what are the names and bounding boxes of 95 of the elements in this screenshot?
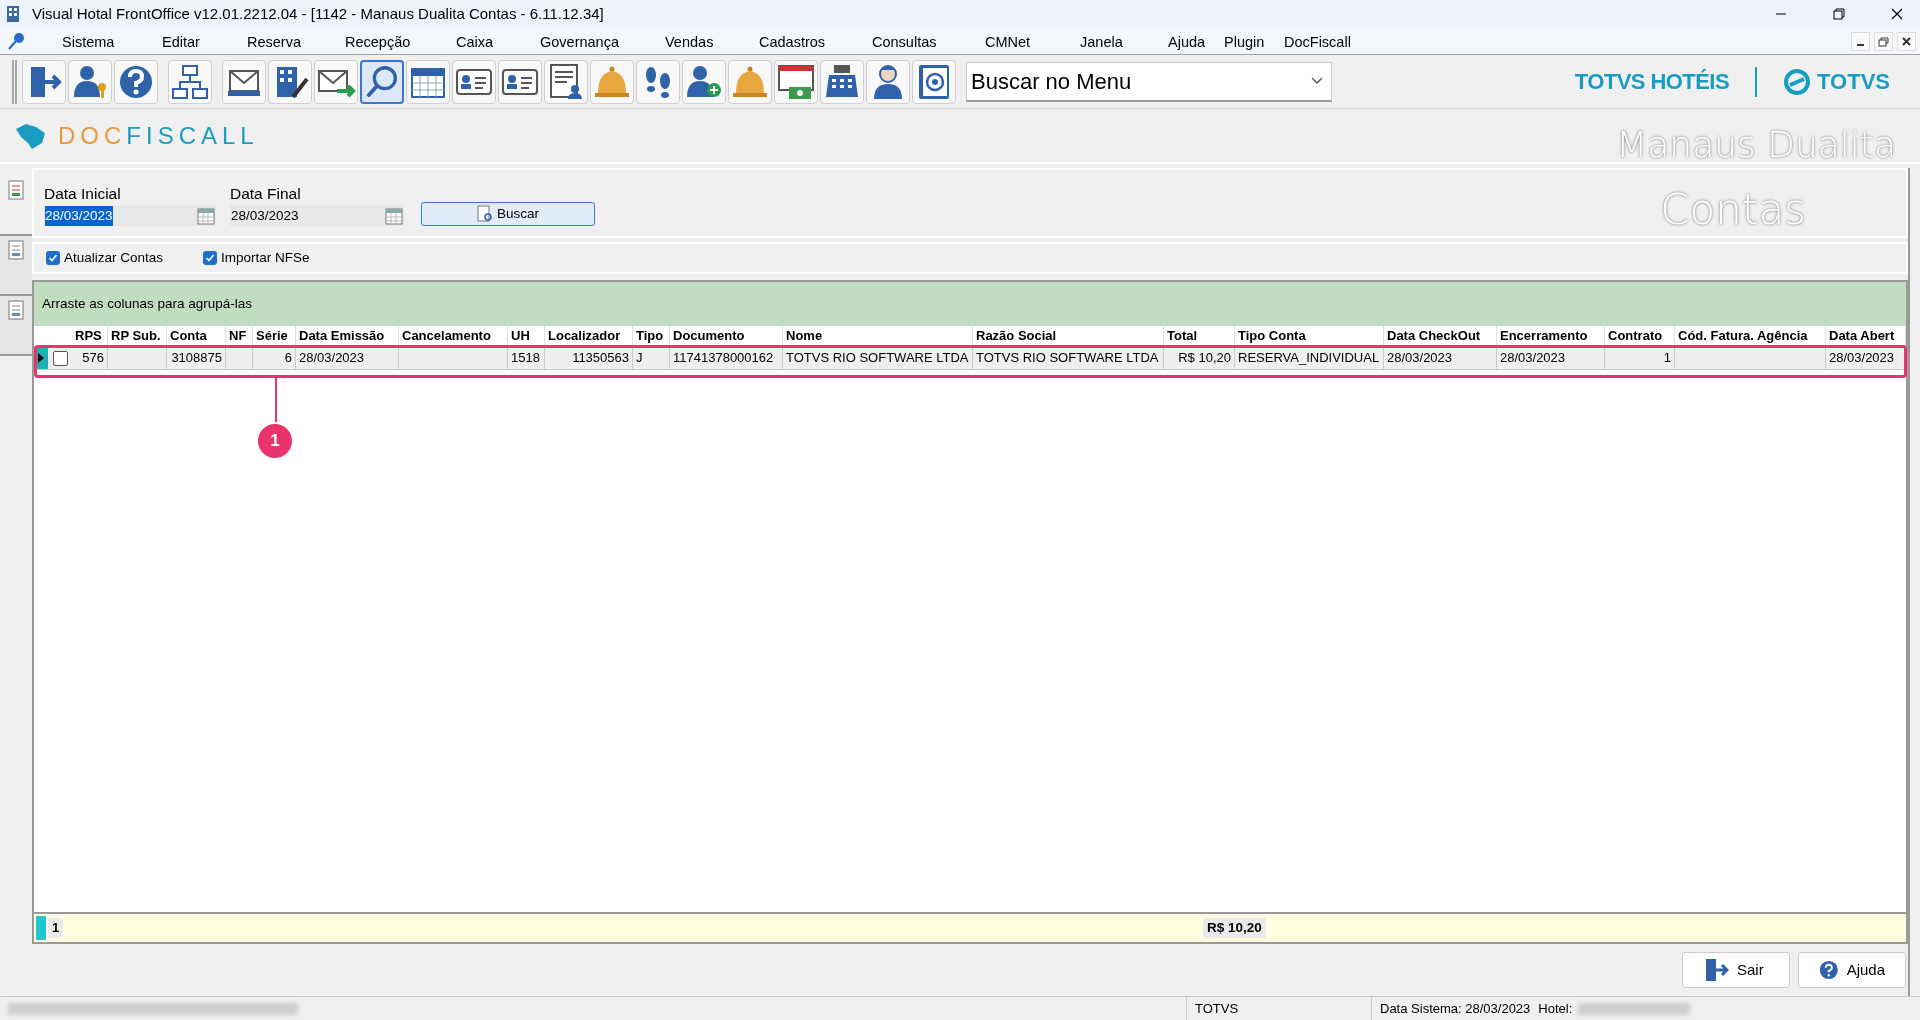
sheet-icon: [7, 180, 25, 200]
building-icon: [6, 5, 20, 23]
column-header[interactable]: Contrato: [1605, 326, 1675, 346]
table-cell: 6: [284, 350, 292, 365]
footer-button[interactable]: Sair: [1682, 952, 1790, 988]
date-field[interactable]: 28/03/2023: [230, 205, 404, 227]
checkbox[interactable]: [46, 251, 60, 265]
column-header[interactable]: Documento: [670, 326, 783, 346]
chevron-down-icon: [1311, 77, 1323, 85]
menu-item[interactable]: Caixa: [456, 32, 494, 54]
table-cell: TOTVS RIO SOFTWARE LTDA: [976, 350, 1159, 365]
column-header[interactable]: NF: [226, 326, 253, 346]
hotel-name: Manaus Dualita: [1616, 122, 1896, 167]
field-label: Data Inicial: [44, 184, 122, 204]
checkbox[interactable]: [203, 251, 218, 265]
search-button[interactable]: Buscar: [421, 202, 595, 226]
table-cell: 28/03/2023: [1829, 350, 1895, 365]
menu-item[interactable]: Editar: [162, 32, 200, 54]
exit-icon: [1703, 957, 1729, 983]
row-checkbox[interactable]: [52, 350, 68, 366]
side-tab[interactable]: [0, 236, 32, 296]
menu-item[interactable]: Governança: [540, 32, 619, 54]
table-cell: 3108875: [171, 350, 222, 365]
column-header[interactable]: Cancelamento: [399, 326, 508, 346]
company-logo: TOTVS: [1817, 68, 1890, 96]
menu-item[interactable]: CMNet: [985, 32, 1031, 54]
triangle-right-icon: [38, 353, 44, 363]
status-label: Hotel:: [1538, 999, 1573, 1018]
menu-search-text: Buscar no Menu: [971, 67, 1132, 96]
table-cell: 28/03/2023: [1387, 350, 1453, 365]
table-cell: J: [636, 350, 643, 365]
column-header[interactable]: RPS: [72, 326, 108, 346]
table-cell: 576: [82, 350, 104, 365]
column-header[interactable]: RP Sub.: [108, 326, 167, 346]
table-cell: TOTVS RIO SOFTWARE LTDA: [786, 350, 969, 365]
table-cell: R$ 10,20: [1178, 350, 1231, 365]
checkbox-label[interactable]: Atualizar Contas: [64, 247, 164, 269]
document-icon: [7, 300, 25, 320]
total-sum: R$ 10,20: [1203, 917, 1266, 939]
date-field[interactable]: 28/03/2023: [44, 205, 216, 227]
table-cell: RESERVA_INDIVIDUAL: [1238, 350, 1380, 365]
calendar-icon: [197, 206, 215, 225]
table-cell: 11350563: [572, 350, 629, 365]
menu-item[interactable]: Reserva: [247, 32, 301, 54]
column-header[interactable]: Cód. Fatura. Agência: [1675, 326, 1826, 346]
column-header[interactable]: Tipo Conta: [1235, 326, 1384, 346]
column-header[interactable]: UH: [508, 326, 545, 346]
document-icon: [7, 240, 25, 260]
minimize-icon[interactable]: [1851, 31, 1870, 51]
row-count: 1: [48, 918, 64, 938]
column-header[interactable]: Conta: [167, 326, 226, 346]
menu-item[interactable]: Sistema: [62, 32, 115, 54]
table-cell: 11741378000162: [673, 350, 774, 365]
callout-badge: 1: [256, 422, 294, 460]
menu-search-field[interactable]: Buscar no Menu: [966, 61, 1332, 102]
menu-item[interactable]: Ajuda: [1168, 32, 1206, 54]
close-icon[interactable]: [1897, 31, 1916, 51]
menu-item[interactable]: Janela: [1080, 32, 1123, 54]
checkbox-label[interactable]: Importar NFSe: [221, 247, 310, 269]
column-header[interactable]: Tipo: [633, 326, 670, 346]
column-header[interactable]: Série: [253, 326, 296, 346]
menu-item[interactable]: Consultas: [872, 32, 937, 54]
column-header[interactable]: Data CheckOut: [1384, 326, 1497, 346]
footer-button[interactable]: Ajuda: [1798, 952, 1906, 988]
table-cell: 1: [1663, 350, 1671, 365]
toolbar-button[interactable]: [360, 59, 404, 104]
table-cell: 1518: [511, 350, 540, 365]
table-cell: 28/03/2023: [1500, 350, 1566, 365]
document-search-icon: [477, 205, 493, 223]
column-header[interactable]: Data Abert: [1826, 326, 1906, 346]
column-header[interactable]: Data Emissão: [296, 326, 399, 346]
column-header[interactable]: Razão Social: [973, 326, 1164, 346]
footer-indicator: [36, 916, 46, 940]
window-title: Visual Hotal FrontOffice v12.01.2212.04 - [1142 - Manaus Dualita Contas - 6.11.12.34]: [32, 3, 604, 24]
menu-item[interactable]: Cadastros: [759, 32, 826, 54]
screen-title: Contas: [1660, 184, 1806, 236]
status-text: TOTVS: [1186, 997, 1371, 1020]
side-tab[interactable]: [0, 296, 32, 356]
menu-item[interactable]: DocFiscall: [1284, 32, 1351, 54]
menu-item[interactable]: Plugin: [1224, 32, 1265, 54]
pin-icon: [6, 31, 26, 51]
column-header[interactable]: Nome: [783, 326, 973, 346]
column-header[interactable]: Localizador: [545, 326, 633, 346]
column-header[interactable]: Encerramento: [1497, 326, 1605, 346]
column-header[interactable]: Total: [1164, 326, 1235, 346]
docfiscall-logo: DOC FISCALL: [58, 120, 259, 151]
restore-icon[interactable]: [1874, 31, 1893, 51]
menu-item[interactable]: Recepção: [345, 32, 411, 54]
calendar-icon: [385, 206, 403, 225]
group-hint: Arraste as colunas para agrupá-las: [42, 294, 253, 313]
menu-item[interactable]: Vendas: [665, 32, 714, 54]
status-text: Data Sistema: 28/03/2023: [1371, 997, 1531, 1020]
table-cell: 28/03/2023: [299, 350, 365, 365]
field-label: Data Final: [230, 184, 302, 204]
product-logo: TOTVS HOTÉIS: [1574, 68, 1730, 96]
